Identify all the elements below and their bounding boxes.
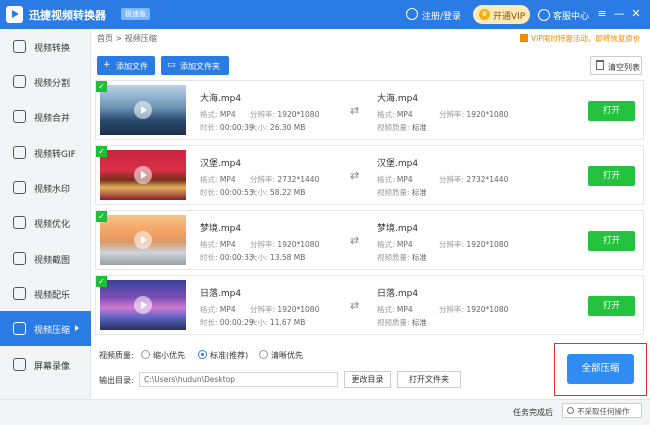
video-convert-icon: [13, 40, 26, 53]
vip-label: 开通VIP: [493, 12, 526, 22]
convert-arrow-icon: ⇄: [350, 169, 360, 182]
clear-list-button[interactable]: 清空列表: [590, 56, 642, 75]
promo-notice[interactable]: VIP限时特惠活动，即将恢复原价: [520, 33, 640, 44]
sidebar-item-video-screenshot[interactable]: 视频截图: [0, 241, 91, 276]
quality-option-standard[interactable]: 标准(推荐): [210, 350, 248, 361]
play-icon[interactable]: [134, 231, 152, 249]
folder-icon: ▭: [167, 60, 176, 70]
source-file-name: 梦境.mp4: [200, 224, 242, 234]
open-button[interactable]: 打开: [588, 101, 635, 121]
sidebar-item-video-split[interactable]: 视频分割: [0, 64, 91, 99]
quality-radio-standard[interactable]: [198, 350, 207, 359]
quality-radio-clear[interactable]: [259, 350, 268, 359]
list-item: ✓ 日落.mp4 格式: MP4 分辨率: 1920*1080 时长: 00:0…: [95, 275, 644, 335]
compress-all-button[interactable]: 全部压缩: [567, 354, 634, 384]
minimize-button[interactable]: —: [613, 7, 625, 21]
optimize-icon: [13, 216, 26, 229]
user-icon[interactable]: [406, 8, 418, 20]
record-icon: [13, 358, 26, 371]
output-path-input[interactable]: C:\Users\hudun\Desktop: [139, 372, 338, 387]
convert-arrow-icon: ⇄: [350, 234, 360, 247]
after-task-select[interactable]: 不采取任何操作: [562, 403, 642, 418]
play-icon[interactable]: [134, 166, 152, 184]
convert-arrow-icon: ⇄: [350, 104, 360, 117]
sidebar-item-video-music[interactable]: 视频配乐: [0, 276, 91, 311]
quality-option-clear[interactable]: 清晰优先: [271, 350, 303, 361]
output-dir-label: 输出目录:: [99, 376, 134, 385]
change-directory-button[interactable]: 更改目录: [344, 371, 391, 388]
gift-icon: [520, 34, 528, 42]
source-file-name: 大海.mp4: [200, 94, 242, 104]
file-list: ✓ 大海.mp4 格式: MP4 分辨率: 1920*1080 时长: 00:0…: [95, 80, 644, 338]
quality-radio-small[interactable]: [141, 350, 150, 359]
convert-arrow-icon: ⇄: [350, 299, 360, 312]
app-logo-icon: [6, 6, 23, 23]
customer-service-link[interactable]: 客服中心: [553, 9, 589, 22]
sidebar-item-video-gif[interactable]: 视频转GIF: [0, 135, 91, 170]
add-file-button[interactable]: + 添加文件: [97, 56, 155, 75]
list-item: ✓ 汉堡.mp4 格式: MP4 分辨率: 2732*1440 时长: 00:0…: [95, 145, 644, 205]
list-item: ✓ 大海.mp4 格式: MP4 分辨率: 1920*1080 时长: 00:0…: [95, 80, 644, 140]
video-thumbnail[interactable]: [100, 280, 186, 330]
video-merge-icon: [13, 110, 26, 123]
source-file-name: 汉堡.mp4: [200, 159, 242, 169]
sidebar-item-video-compress[interactable]: 视频压缩: [0, 311, 91, 346]
video-thumbnail[interactable]: [100, 85, 186, 135]
open-button[interactable]: 打开: [588, 231, 635, 251]
gif-icon: [13, 146, 26, 159]
sidebar-item-video-convert[interactable]: 视频转换: [0, 29, 91, 64]
title-bar: 迅捷视频转换器 极速版 注册/登录 ♛ 开通VIP 客服中心 ≡ — ✕: [0, 0, 650, 29]
screenshot-icon: [13, 252, 26, 265]
source-file-name: 日落.mp4: [200, 289, 242, 299]
video-split-icon: [13, 75, 26, 88]
edition-badge: 极速版: [121, 8, 150, 20]
close-button[interactable]: ✕: [630, 7, 642, 21]
breadcrumb: 首页 > 视频压缩: [97, 33, 157, 44]
music-icon: [13, 287, 26, 300]
breadcrumb-separator: >: [115, 34, 123, 43]
checkmark-icon[interactable]: ✓: [96, 211, 107, 222]
sidebar-item-video-watermark[interactable]: 视频水印: [0, 170, 91, 205]
checkmark-icon[interactable]: ✓: [96, 276, 107, 287]
add-folder-button[interactable]: ▭ 添加文件夹: [161, 56, 229, 75]
output-file-name: 日落.mp4: [377, 289, 419, 299]
open-button[interactable]: 打开: [588, 296, 635, 316]
video-thumbnail[interactable]: [100, 215, 186, 265]
open-folder-button[interactable]: 打开文件夹: [397, 371, 461, 388]
quality-label: 视频质量:: [99, 351, 134, 360]
breadcrumb-current: 视频压缩: [124, 34, 157, 43]
video-thumbnail[interactable]: [100, 150, 186, 200]
checkmark-icon[interactable]: ✓: [96, 146, 107, 157]
play-icon[interactable]: [134, 296, 152, 314]
breadcrumb-home[interactable]: 首页: [97, 34, 113, 43]
checkmark-icon[interactable]: ✓: [96, 81, 107, 92]
list-item: ✓ 梦境.mp4 格式: MP4 分辨率: 1920*1080 时长: 00:0…: [95, 210, 644, 270]
open-button[interactable]: 打开: [588, 166, 635, 186]
no-action-icon: [567, 407, 574, 414]
app-title: 迅捷视频转换器: [29, 9, 106, 22]
output-file-name: 梦境.mp4: [377, 224, 419, 234]
play-icon[interactable]: [134, 101, 152, 119]
watermark-icon: [13, 181, 26, 194]
compress-icon: [13, 322, 26, 335]
vip-button[interactable]: ♛ 开通VIP: [473, 5, 530, 24]
crown-icon: ♛: [479, 9, 490, 20]
chevron-right-icon: [75, 325, 79, 331]
quality-option-small[interactable]: 缩小优先: [153, 350, 185, 361]
sidebar: 视频转换 视频分割 视频合并 视频转GIF 视频水印 视频优化 视频截图 视频配…: [0, 29, 91, 399]
output-file-name: 汉堡.mp4: [377, 159, 419, 169]
sidebar-item-video-merge[interactable]: 视频合并: [0, 99, 91, 134]
after-task-label: 任务完成后: [513, 408, 553, 417]
plus-icon: +: [103, 60, 111, 70]
sidebar-item-video-optimize[interactable]: 视频优化: [0, 205, 91, 240]
sidebar-item-screen-record[interactable]: 屏幕录像: [0, 347, 91, 382]
customer-service-icon[interactable]: [538, 9, 550, 21]
menu-button[interactable]: ≡: [596, 7, 608, 21]
login-link[interactable]: 注册/登录: [422, 9, 461, 22]
trash-icon: [596, 60, 604, 70]
output-file-name: 大海.mp4: [377, 94, 419, 104]
